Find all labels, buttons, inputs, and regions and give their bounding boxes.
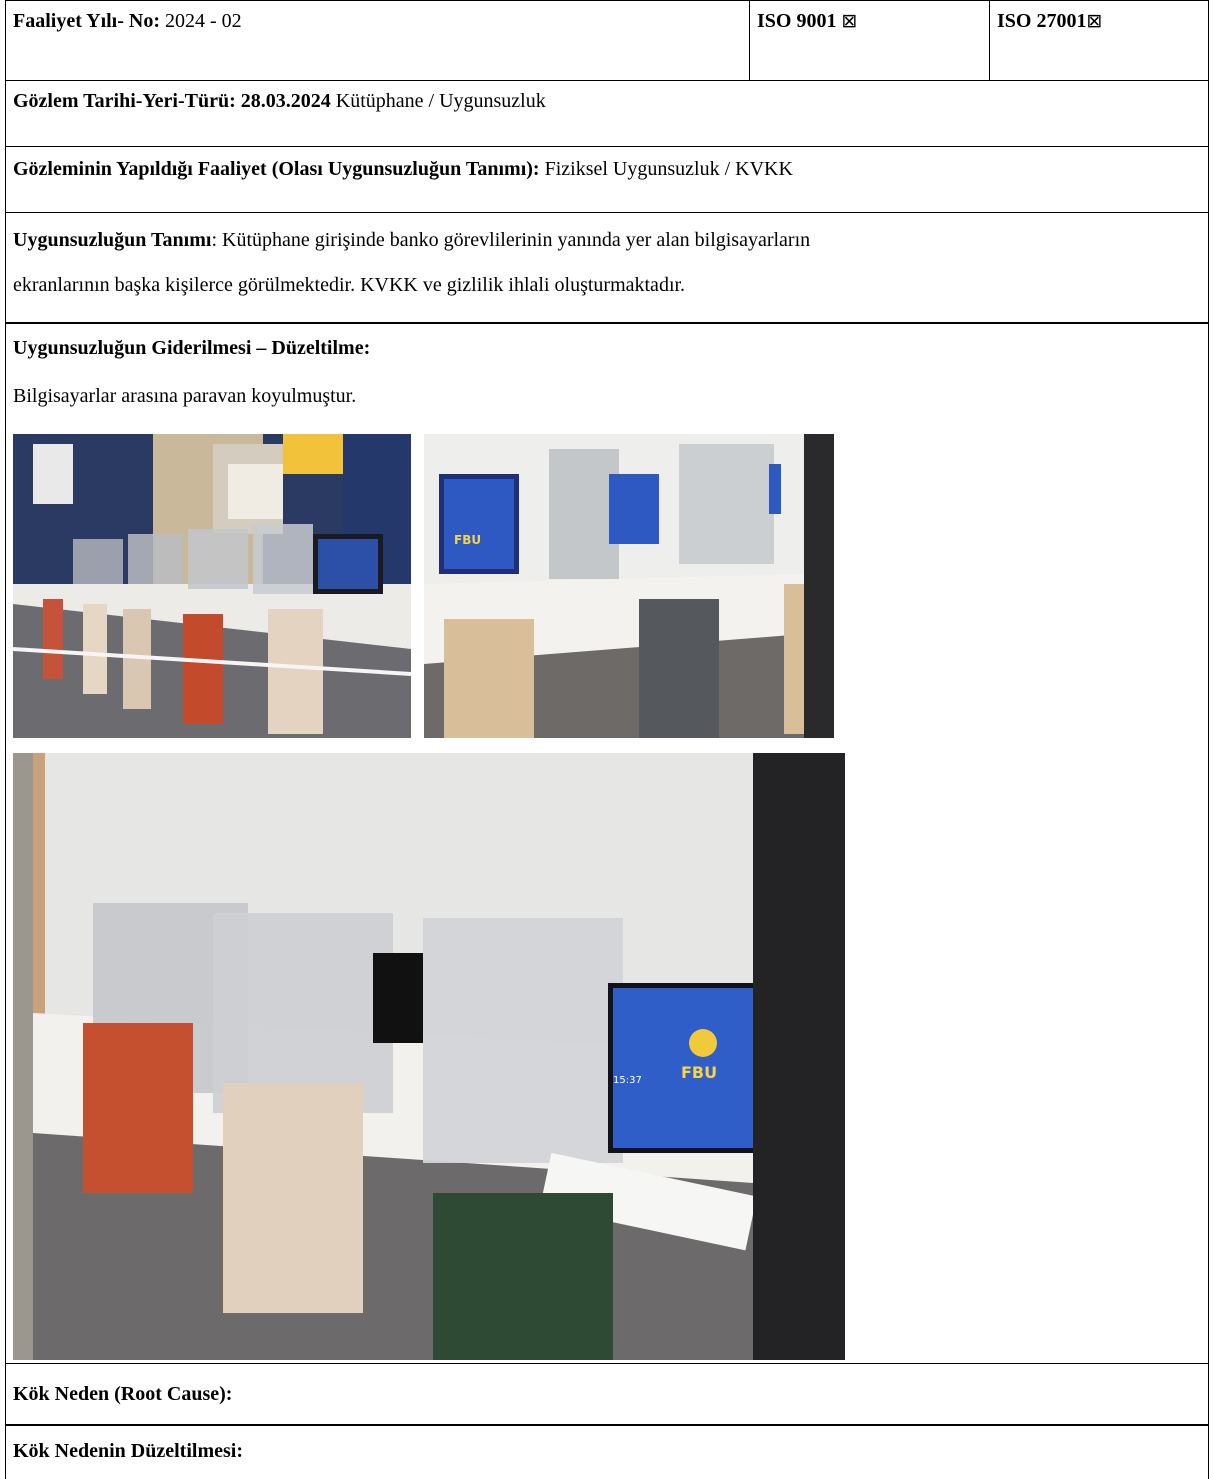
kok-neden-label-text: Kök Neden (Root Cause): [13, 1383, 233, 1405]
faaliyet-cell: Faaliyet Yılı- No: 2024 - 02 [13, 9, 242, 33]
header-divider-2 [989, 1, 990, 81]
header-row: Faaliyet Yılı- No: 2024 - 02 ISO 9001 ⊠ … [5, 0, 1209, 81]
gozlem-date: 28.03.2024 [235, 90, 331, 112]
iso9001-checkbox-icon[interactable]: ⊠ [841, 9, 857, 33]
iso9001-cell: ISO 9001 ⊠ [757, 9, 857, 33]
gozlem-row: Gözlem Tarihi-Yeri-Türü: 28.03.2024 Kütü… [5, 81, 1209, 147]
gozlem-text: Gözlem Tarihi-Yeri-Türü: 28.03.2024 Kütü… [13, 89, 546, 113]
photo-desks-with-partitions: FBU [424, 434, 834, 738]
kok-neden-duzeltme-row: Kök Nedenin Düzeltilmesi: [5, 1426, 1209, 1479]
kok-neden-label: Kök Neden (Root Cause): [13, 1382, 232, 1406]
uygunsuzluk-line1-text: : Kütüphane girişinde banko görevlilerin… [211, 229, 811, 251]
duzeltme-label-text: Uygunsuzluğun Giderilmesi – Düzeltilme: [13, 337, 371, 359]
uygunsuzluk-line1: Uygunsuzluğun Tanımı: Kütüphane girişind… [13, 228, 810, 252]
photo3-badge: FBU [681, 1063, 717, 1082]
faaliyet-label: Faaliyet Yılı- No: [13, 10, 161, 32]
photo-close-up-partition: FBU 15:37 [13, 753, 845, 1360]
faaliyet-tanimi-label: Gözleminin Yapıldığı Faaliyet (Olası Uyg… [13, 158, 540, 180]
faaliyet-tanimi-row: Gözleminin Yapıldığı Faaliyet (Olası Uyg… [5, 147, 1209, 213]
duzeltme-row: Uygunsuzluğun Giderilmesi – Düzeltilme: … [5, 324, 1209, 1364]
photo-row-of-computers [13, 434, 411, 738]
gozlem-label: Gözlem Tarihi-Yeri-Türü: [13, 90, 236, 112]
duzeltme-label: Uygunsuzluğun Giderilmesi – Düzeltilme: [13, 336, 370, 360]
iso27001-label: ISO 27001 [997, 10, 1087, 32]
iso27001-cell: ISO 27001⊠ [997, 9, 1102, 33]
header-divider-1 [749, 1, 750, 81]
photo2-badge: FBU [454, 533, 481, 547]
gozlem-value: Kütüphane / Uygunsuzluk [330, 90, 546, 112]
faaliyet-value: 2024 - 02 [160, 10, 242, 32]
iso27001-checkbox-icon[interactable]: ⊠ [1086, 9, 1102, 33]
uygunsuzluk-label: Uygunsuzluğun Tanımı [13, 229, 212, 251]
photo3-time: 15:37 [613, 1075, 642, 1086]
faaliyet-tanimi-value: Fiziksel Uygunsuzluk / KVKK [539, 158, 793, 180]
kok-neden-row: Kök Neden (Root Cause): [5, 1364, 1209, 1426]
uygunsuzluk-tanimi-row: Uygunsuzluğun Tanımı: Kütüphane girişind… [5, 213, 1209, 324]
kok-neden-duzeltme-label: Kök Nedenin Düzeltilmesi: [13, 1439, 243, 1463]
faaliyet-tanimi-text: Gözleminin Yapıldığı Faaliyet (Olası Uyg… [13, 157, 793, 181]
iso9001-label: ISO 9001 [757, 10, 837, 32]
uygunsuzluk-line2: ekranlarının başka kişilerce görülmekted… [13, 274, 686, 296]
kok-neden-duzeltme-label-text: Kök Nedenin Düzeltilmesi: [13, 1440, 243, 1462]
duzeltme-text: Bilgisayarlar arasına paravan koyulmuştu… [13, 385, 357, 407]
